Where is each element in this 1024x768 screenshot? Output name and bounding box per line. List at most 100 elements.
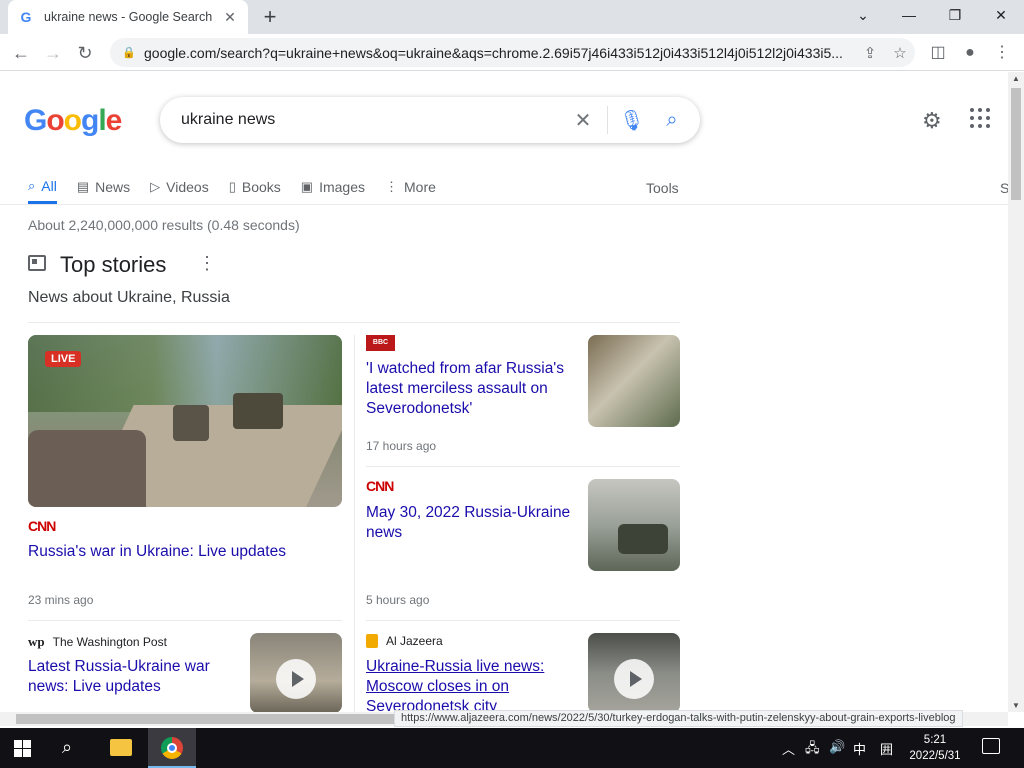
top-stories-divider	[28, 322, 680, 323]
settings-gear-icon[interactable]: ⚙	[922, 108, 942, 134]
windows-taskbar: ⌕ ︿ 🖧 🔊 中 囲 5:21 2022/5/31	[0, 728, 1024, 768]
file-explorer-button[interactable]	[98, 728, 146, 768]
clock-time: 5:21	[923, 734, 947, 746]
story-thumbnail-aljazeera[interactable]	[588, 633, 680, 712]
microphone-icon[interactable]: 🎙	[612, 108, 652, 133]
browser-tab[interactable]: G ukraine news - Google Search ✕	[8, 0, 248, 34]
story-time-bbc: 17 hours ago	[366, 439, 437, 453]
tray-chevron-icon[interactable]: ︿	[782, 739, 795, 758]
tab-more[interactable]: ⋮ More	[385, 170, 436, 204]
main-story-headline[interactable]: Russia's war in Ukraine: Live updates	[28, 542, 328, 562]
tab-close-icon[interactable]: ✕	[222, 9, 238, 26]
column-divider	[354, 335, 355, 712]
tools-button[interactable]: Tools	[646, 180, 679, 196]
story-thumbnail-bbc[interactable]	[588, 335, 680, 427]
bookmark-star-icon[interactable]: ☆	[885, 44, 915, 62]
close-window-button[interactable]: ✕	[978, 0, 1024, 30]
more-vert-icon: ⋮	[385, 179, 399, 194]
folder-icon	[110, 739, 132, 756]
ime-mode-icon[interactable]: 囲	[880, 739, 893, 758]
search-icon[interactable]: ⌕	[652, 109, 692, 132]
share-icon[interactable]: ⇪	[855, 44, 885, 62]
tab-images[interactable]: ▣ Images	[301, 170, 365, 204]
chrome-taskbar-button[interactable]	[148, 728, 196, 768]
top-stories-more-icon[interactable]: ⋮	[198, 253, 216, 274]
al-jazeera-source: Al Jazeera	[366, 634, 443, 648]
forward-button[interactable]: →	[40, 40, 66, 66]
side-panel-icon[interactable]: ◫	[925, 40, 951, 66]
tab-title: ukraine news - Google Search	[44, 10, 213, 24]
tabs-divider	[0, 204, 1008, 205]
story-thumbnail-wapo[interactable]	[250, 633, 342, 712]
scrollbar-thumb[interactable]	[1011, 88, 1021, 200]
search-results-page: Google ukraine news ✕ 🎙 ⌕ ⚙ ⌕ All ▤ News ▷…	[0, 72, 1008, 712]
story-divider	[28, 620, 342, 621]
cnn-logo: CNN	[28, 518, 56, 534]
horizontal-scrollbar-thumb[interactable]	[16, 714, 396, 724]
search-divider	[607, 106, 608, 134]
top-stories-icon	[28, 255, 46, 271]
browser-toolbar: ← → ↻ 🔒 google.com/search?q=ukraine+news…	[0, 34, 1024, 71]
play-icon[interactable]	[614, 659, 654, 699]
al-jazeera-logo-icon	[366, 634, 378, 648]
google-favicon-icon: G	[20, 9, 32, 25]
link-hover-status-url: https://www.aljazeera.com/news/2022/5/30…	[394, 710, 963, 727]
safesearch-clipped-label[interactable]: S	[1000, 180, 1008, 196]
search-tabs: ⌕ All ▤ News ▷ Videos ▯ Books ▣ Images ⋮ More	[28, 170, 456, 204]
scroll-down-icon[interactable]: ▼	[1012, 701, 1020, 710]
notification-center-icon[interactable]	[982, 738, 1000, 754]
minimize-button[interactable]: —	[886, 0, 932, 30]
new-tab-button[interactable]: +	[258, 5, 282, 29]
live-badge: LIVE	[45, 351, 82, 367]
tab-search-chevron-icon[interactable]: ⌄	[840, 0, 886, 30]
chrome-icon	[161, 737, 183, 759]
browser-title-bar: G ukraine news - Google Search ✕ + ⌄ — ❐…	[0, 0, 1024, 34]
image-icon: ▣	[300, 179, 314, 194]
profile-avatar-icon[interactable]: ●	[957, 40, 983, 66]
cnn-logo: CNN	[366, 478, 394, 494]
story-divider	[366, 466, 680, 467]
tab-videos[interactable]: ▷ Videos	[150, 170, 209, 204]
chrome-menu-icon[interactable]: ⋮	[989, 40, 1015, 66]
tab-news[interactable]: ▤ News	[77, 170, 130, 204]
top-stories-title: Top stories	[60, 252, 167, 277]
bbc-news-logo: BBC NEWS	[366, 335, 395, 362]
vertical-scrollbar[interactable]: ▲ ▼	[1008, 72, 1024, 712]
volume-icon[interactable]: 🔊	[829, 739, 845, 755]
story-headline-wapo[interactable]: Latest Russia-Ukraine war news: Live upd…	[28, 657, 240, 697]
story-time-cnn: 5 hours ago	[366, 593, 430, 607]
video-icon: ▷	[150, 179, 161, 194]
story-thumbnail-cnn[interactable]	[588, 479, 680, 571]
clear-search-icon[interactable]: ✕	[563, 108, 603, 133]
google-apps-icon[interactable]	[970, 108, 992, 130]
windows-start-icon[interactable]	[14, 740, 31, 757]
google-logo[interactable]: Google	[24, 104, 122, 138]
tab-books[interactable]: ▯ Books	[229, 170, 281, 204]
search-input[interactable]: ukraine news	[181, 111, 563, 129]
results-count: About 2,240,000,000 results (0.48 second…	[28, 217, 300, 233]
play-icon[interactable]	[276, 659, 316, 699]
taskbar-search-icon[interactable]: ⌕	[62, 737, 72, 758]
scroll-up-icon[interactable]: ▲	[1012, 74, 1020, 83]
story-headline-cnn[interactable]: May 30, 2022 Russia-Ukraine news	[366, 503, 578, 543]
network-icon[interactable]: 🖧	[805, 739, 820, 761]
clock-date: 2022/5/31	[909, 750, 961, 762]
taskbar-clock[interactable]: 5:21 2022/5/31	[905, 732, 965, 764]
story-headline-aljazeera[interactable]: Ukraine-Russia live news: Moscow closes …	[366, 657, 578, 712]
back-button[interactable]: ←	[8, 40, 34, 66]
news-icon: ▤	[76, 179, 90, 194]
ime-language-indicator[interactable]: 中	[853, 739, 866, 758]
washington-post-logo-icon: wp	[28, 634, 45, 649]
search-icon: ⌕	[28, 177, 36, 193]
story-divider	[366, 620, 680, 621]
reload-button[interactable]: ↻	[72, 40, 98, 66]
search-box[interactable]: ukraine news ✕ 🎙 ⌕	[160, 97, 700, 143]
main-story-time: 23 mins ago	[28, 593, 94, 607]
story-headline-bbc[interactable]: 'I watched from afar Russia's latest mer…	[366, 359, 578, 419]
book-icon: ▯	[228, 179, 236, 194]
lock-icon[interactable]: 🔒	[122, 46, 136, 60]
tab-all[interactable]: ⌕ All	[28, 170, 57, 204]
url-text[interactable]: google.com/search?q=ukraine+news&oq=ukra…	[144, 45, 855, 61]
address-bar[interactable]: 🔒 google.com/search?q=ukraine+news&oq=uk…	[110, 38, 915, 67]
restore-button[interactable]: ❐	[932, 0, 978, 30]
